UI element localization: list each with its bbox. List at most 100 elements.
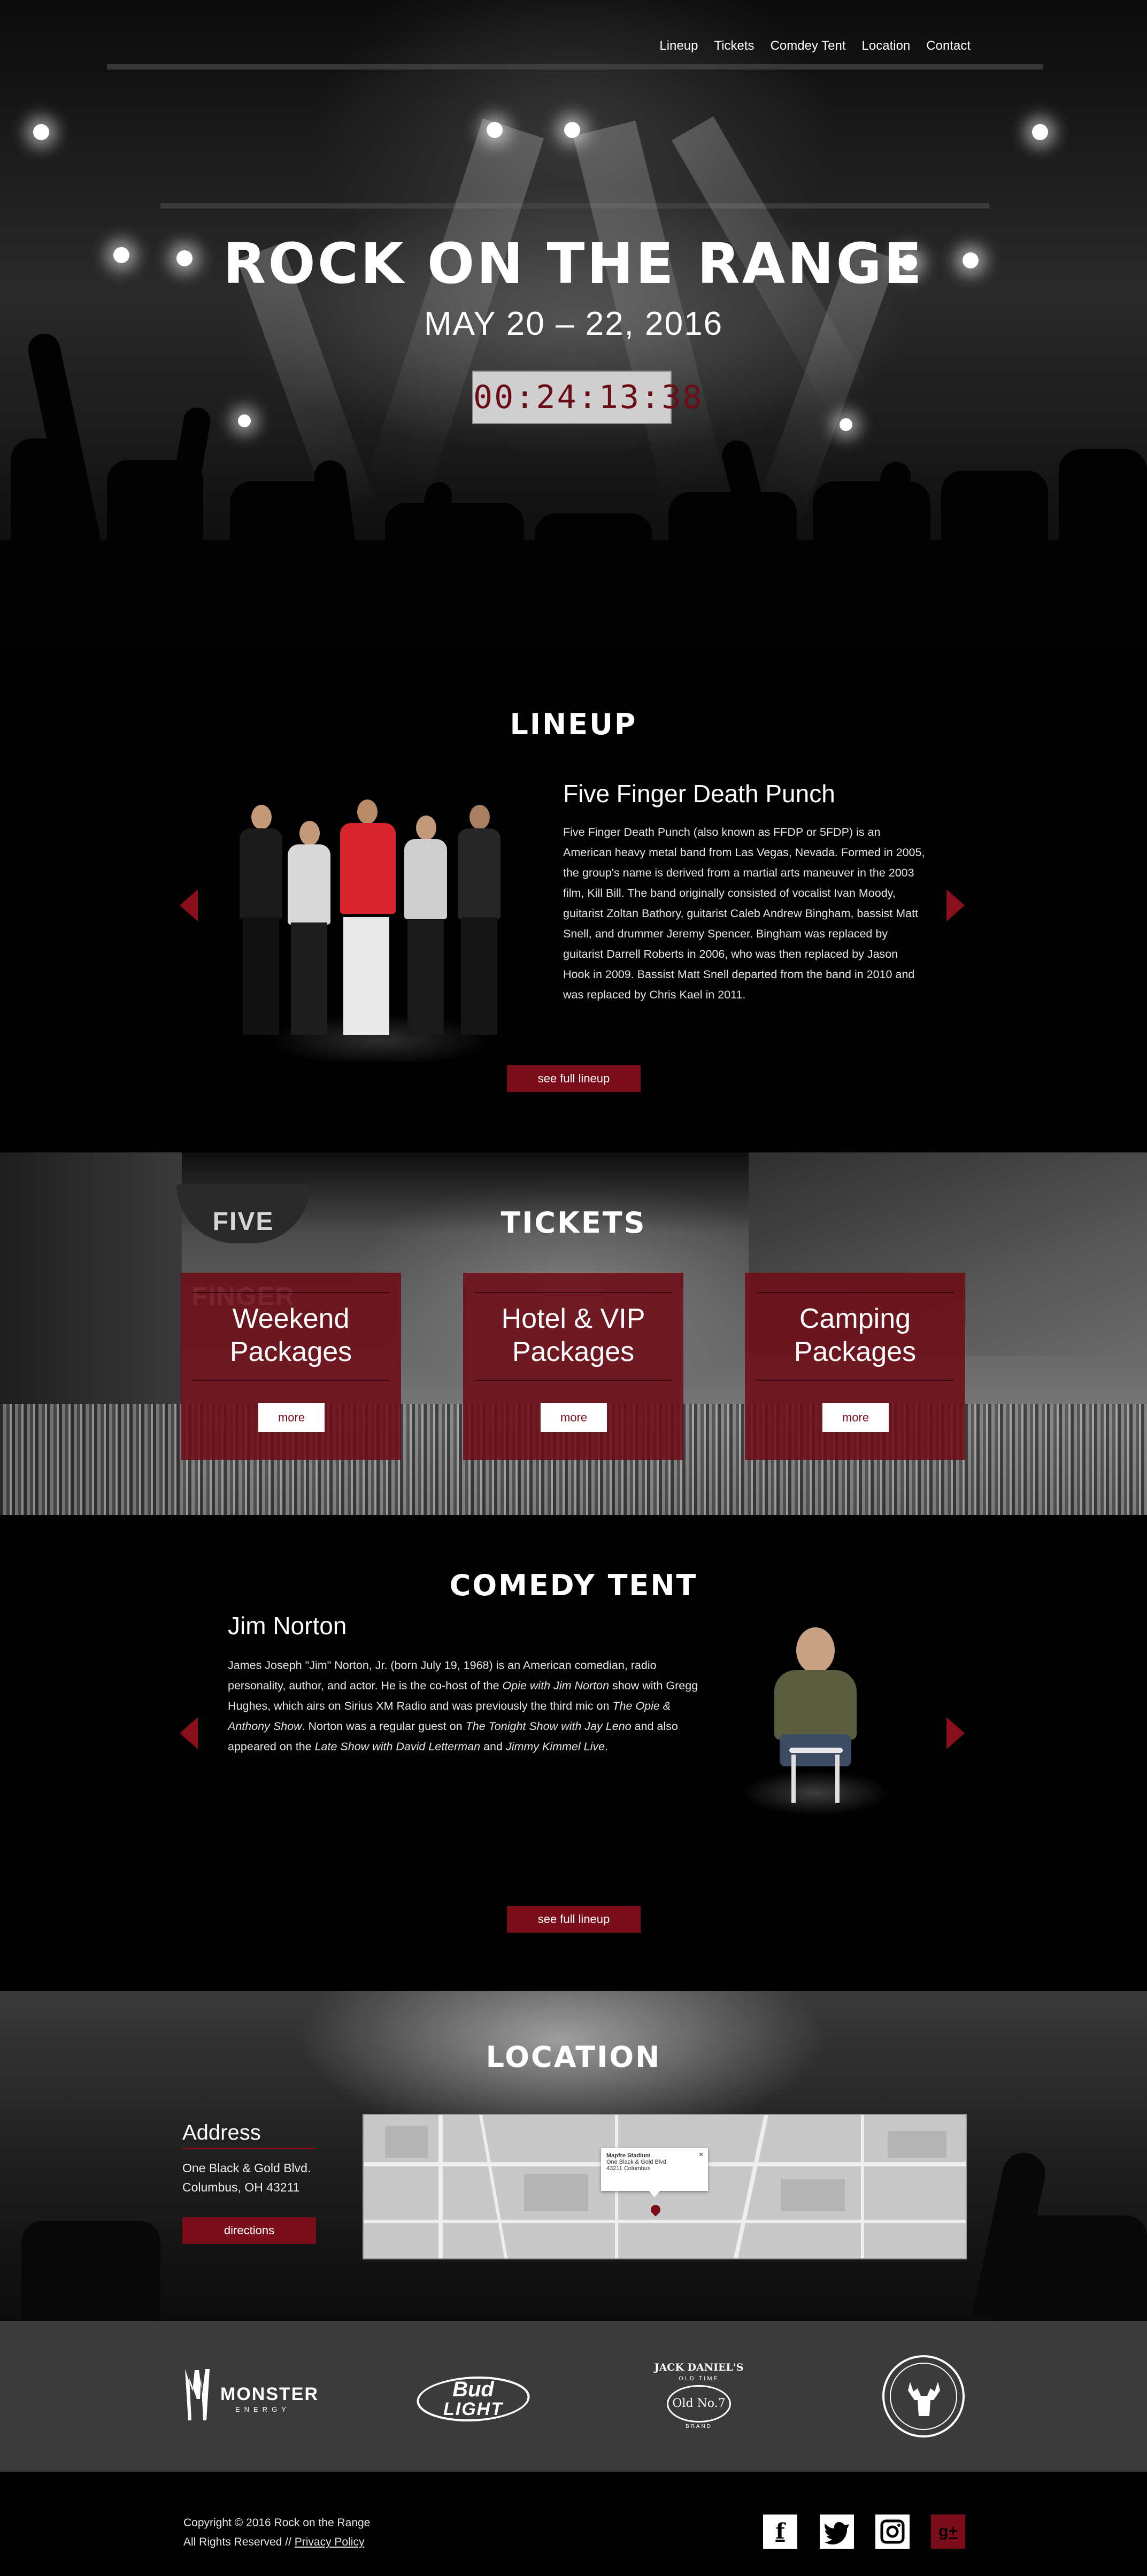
footer: Copyright © 2016 Rock on the Range All R… xyxy=(0,2472,1147,2576)
jack-daniels-brand: BRAND xyxy=(685,2424,712,2429)
stage-light xyxy=(1032,124,1048,140)
bud-light-word-1: Bud xyxy=(452,2378,494,2401)
crowd-silhouette xyxy=(1059,449,1147,578)
show-title: Late Show with David Letterman xyxy=(314,1740,481,1753)
band-member xyxy=(336,799,400,1035)
ticket-card-title-line2: Packages xyxy=(512,1336,635,1367)
map-popup-close-icon[interactable]: × xyxy=(699,2150,704,2160)
ticket-card-title-line1: Hotel & VIP xyxy=(501,1303,645,1334)
tickets-section: FIVE FINGER TICKETS WeekendPackages more… xyxy=(0,1152,1147,1515)
stage-light xyxy=(840,418,852,431)
ticket-card-camping[interactable]: Camping Packages more xyxy=(745,1273,965,1460)
nav-link-contact[interactable]: Contact xyxy=(926,39,971,53)
map-info-popup: Mapfre Stadium One Black & Gold Blvd. 43… xyxy=(601,2148,708,2191)
bio-text: . Norton was a regular guest on xyxy=(302,1720,466,1733)
twitter-icon[interactable] xyxy=(820,2515,854,2549)
band-photo xyxy=(214,757,545,1062)
facebook-icon[interactable]: f xyxy=(763,2515,797,2549)
lineup-next-arrow[interactable] xyxy=(946,889,965,921)
map-popup-pointer xyxy=(649,2191,660,2197)
monster-claw-icon xyxy=(185,2369,210,2420)
instagram-icon[interactable] xyxy=(875,2515,910,2549)
show-title: The Tonight Show with Jay Leno xyxy=(465,1720,632,1733)
address-line-1: One Black & Gold Blvd. xyxy=(182,2161,311,2175)
ticket-card-hotel-vip[interactable]: Hotel & VIP Packages more xyxy=(463,1273,683,1460)
countdown-timer: 00:24:13:38 xyxy=(472,371,702,424)
comedy-see-full-lineup-button[interactable]: see full lineup xyxy=(507,1906,641,1933)
nav-link-location[interactable]: Location xyxy=(862,39,911,53)
bud-light-logo[interactable]: Bud LIGHT xyxy=(411,2372,535,2426)
location-map[interactable]: Mapfre Stadium One Black & Gold Blvd. 43… xyxy=(363,2114,967,2259)
google-plus-icon[interactable]: g+ xyxy=(931,2515,965,2549)
hero-title: ROCK ON THE RANGE xyxy=(223,231,924,296)
comedian-photo xyxy=(695,1611,936,1814)
jagermeister-cross-icon: ✝ xyxy=(918,2375,929,2392)
ticket-card-title-line2: Packages xyxy=(794,1336,917,1367)
crowd-silhouette xyxy=(385,503,524,588)
map-pin-icon[interactable] xyxy=(649,2203,663,2217)
jack-daniels-logo[interactable]: JACK DANIEL'S OLD TIME Old No.7 BRAND xyxy=(653,2358,744,2439)
crowd-silhouette xyxy=(21,2221,160,2321)
rights-line: All Rights Reserved // Privacy Policy xyxy=(183,2533,370,2552)
lineup-prev-arrow[interactable] xyxy=(180,889,198,921)
map-popup-line-2: 43211 Columbus xyxy=(606,2165,651,2172)
hotel-vip-more-button[interactable]: more xyxy=(541,1403,607,1432)
hero-section: Lineup Tickets Comdey Tent Location Cont… xyxy=(0,0,1147,650)
directions-button[interactable]: directions xyxy=(182,2217,316,2244)
show-title: Opie with Jim Norton xyxy=(502,1679,610,1692)
stage-truss xyxy=(107,64,1043,70)
location-title: LOCATION xyxy=(486,2040,661,2074)
monster-energy-logo[interactable]: MONSTER ENERGY xyxy=(182,2367,318,2426)
comedy-act-bio: James Joseph "Jim" Norton, Jr. (born Jul… xyxy=(228,1655,709,1757)
bud-light-word-2: LIGHT xyxy=(443,2399,503,2419)
monster-subtext: ENERGY xyxy=(235,2405,290,2413)
crowd-silhouette xyxy=(1016,2216,1147,2321)
sponsors-section: MONSTER ENERGY Bud LIGHT JACK DANIEL'S O… xyxy=(0,2321,1147,2472)
rights-text: All Rights Reserved // xyxy=(183,2536,295,2548)
jagermeister-logo[interactable]: ✝ xyxy=(882,2355,965,2437)
band-member xyxy=(283,821,335,1035)
address-lines: One Black & Gold Blvd. Columbus, OH 4321… xyxy=(182,2158,311,2197)
see-full-lineup-button[interactable]: see full lineup xyxy=(507,1065,641,1092)
jack-daniels-old-time: OLD TIME xyxy=(679,2375,719,2382)
nav-link-lineup[interactable]: Lineup xyxy=(659,39,698,53)
hero-date: MAY 20 – 22, 2016 xyxy=(424,305,723,342)
jack-daniels-name: JACK DANIEL'S xyxy=(654,2362,744,2373)
ticket-card-title-line1: Camping xyxy=(799,1303,911,1334)
nav-link-tickets[interactable]: Tickets xyxy=(714,39,754,53)
comedy-prev-arrow[interactable] xyxy=(180,1717,198,1749)
bio-text: . xyxy=(605,1740,609,1753)
lineup-act-name: Five Finger Death Punch xyxy=(563,780,835,808)
address-underline xyxy=(182,2148,316,2149)
monster-wordmark: MONSTER xyxy=(220,2384,319,2404)
address-line-2: Columbus, OH 43211 xyxy=(182,2180,300,2194)
lineup-title: LINEUP xyxy=(510,708,637,741)
map-popup-venue: Mapfre Stadium xyxy=(606,2152,651,2159)
bio-text: and xyxy=(480,1740,506,1753)
lineup-section: LINEUP Five Finger Death Punch Five Fing… xyxy=(0,650,1147,1152)
stage-light xyxy=(564,122,580,138)
twitter-bird-icon xyxy=(824,2522,849,2544)
stage-light xyxy=(33,124,49,140)
map-popup-line-1: One Black & Gold Blvd. xyxy=(606,2159,668,2165)
band-member xyxy=(453,805,505,1035)
band-member xyxy=(400,816,451,1035)
weekend-more-button[interactable]: more xyxy=(258,1403,325,1432)
comedy-section: COMEDY TENT Jim Norton James Joseph "Jim… xyxy=(0,1515,1147,1991)
stage-light xyxy=(487,122,503,138)
ticket-card-weekend[interactable]: Weekend Packages more xyxy=(181,1273,401,1460)
footer-legal: Copyright © 2016 Rock on the Range All R… xyxy=(183,2513,370,2552)
crowd-silhouette xyxy=(535,513,652,588)
main-nav: Lineup Tickets Comdey Tent Location Cont… xyxy=(659,39,971,53)
comedy-next-arrow[interactable] xyxy=(946,1717,965,1749)
jack-daniels-old-no7: Old No.7 xyxy=(667,2385,731,2423)
privacy-policy-link[interactable]: Privacy Policy xyxy=(295,2536,365,2548)
camping-more-button[interactable]: more xyxy=(822,1403,889,1432)
location-section: LOCATION Address One Black & Gold Blvd. … xyxy=(0,1991,1147,2321)
address-heading: Address xyxy=(182,2121,261,2144)
comedy-act-name: Jim Norton xyxy=(228,1612,347,1640)
tickets-title: TICKETS xyxy=(501,1206,646,1240)
nav-link-comedy-tent[interactable]: Comdey Tent xyxy=(771,39,846,53)
lineup-act-bio: Five Finger Death Punch (also known as F… xyxy=(563,826,925,1001)
show-title: Jimmy Kimmel Live xyxy=(505,1740,605,1753)
